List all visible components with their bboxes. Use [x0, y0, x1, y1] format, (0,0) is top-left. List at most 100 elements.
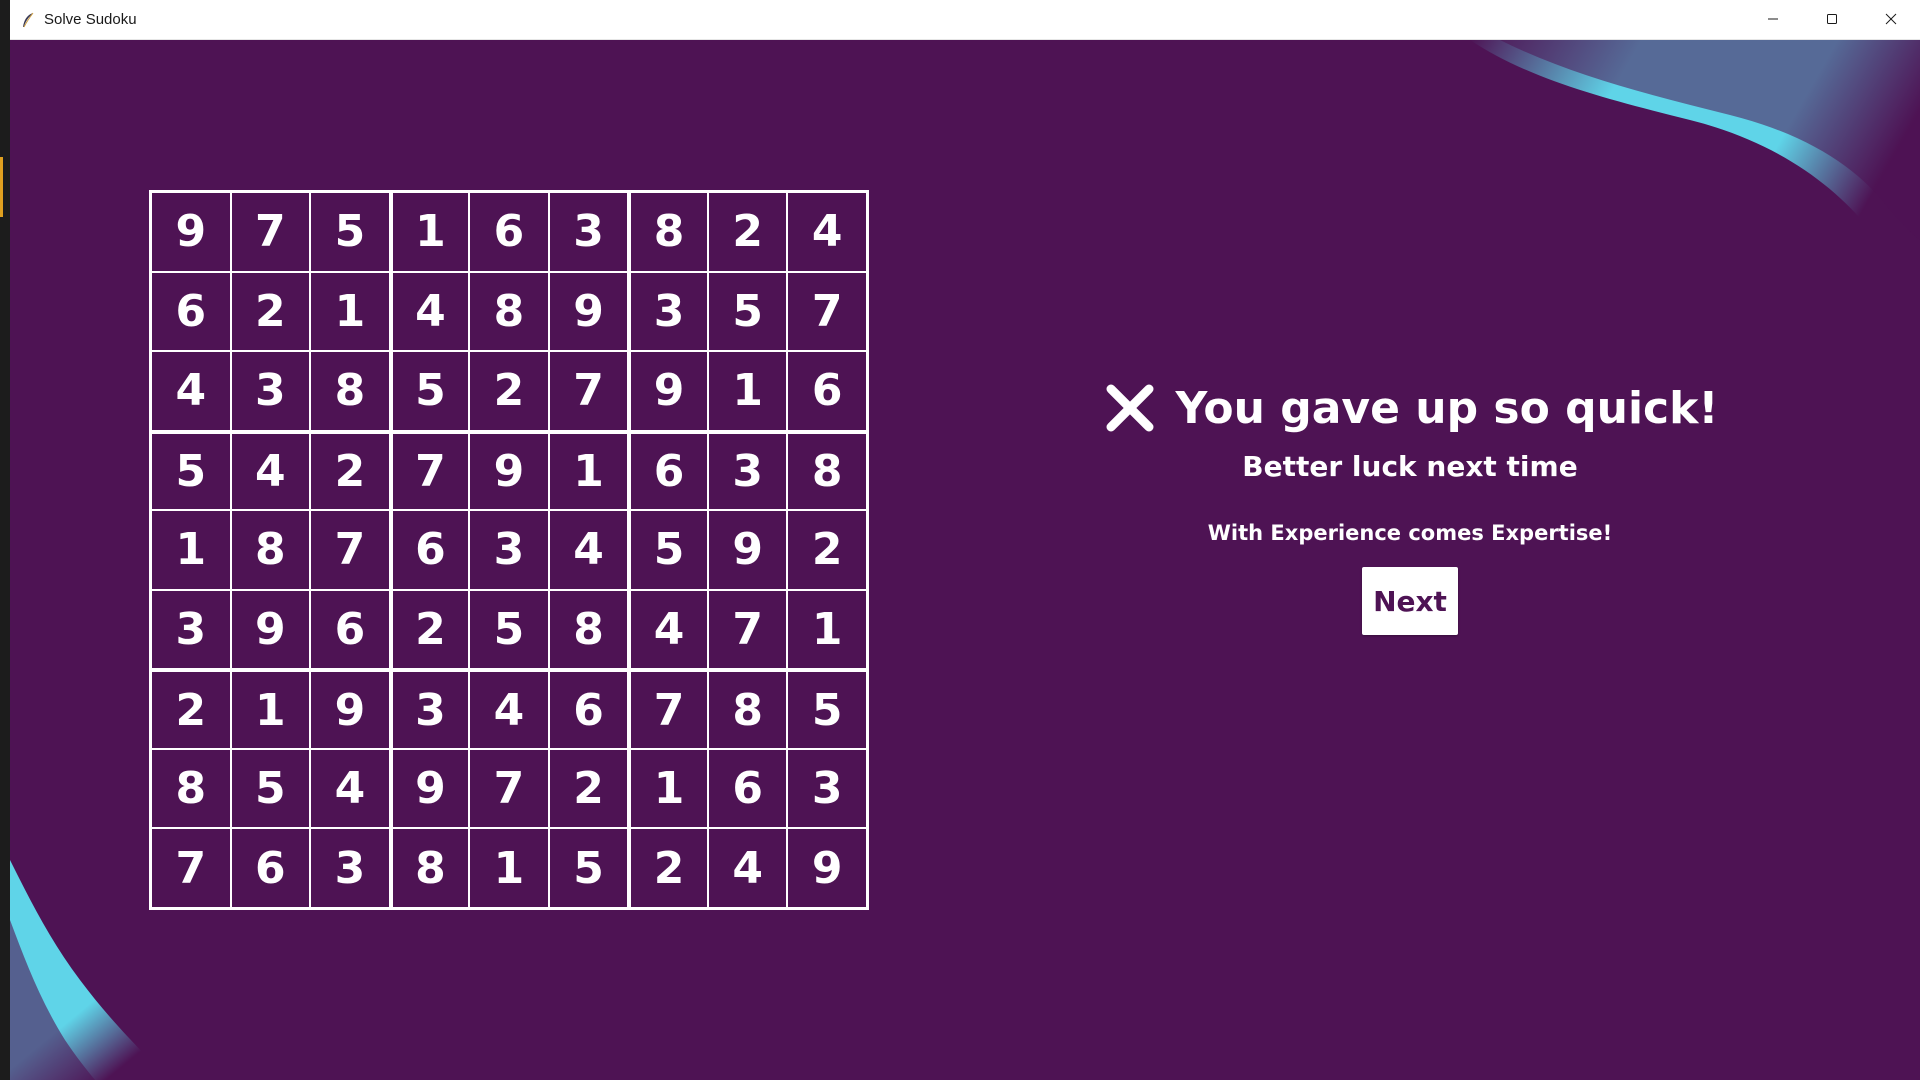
minimize-icon: [1767, 10, 1779, 29]
sudoku-cell[interactable]: 1: [389, 192, 470, 272]
taskbar-indicator: [0, 157, 3, 217]
maximize-icon: [1826, 10, 1838, 29]
sudoku-cell[interactable]: 4: [548, 510, 629, 590]
window-controls: [1743, 0, 1920, 39]
sudoku-cell[interactable]: 3: [628, 271, 708, 352]
sudoku-cell[interactable]: 7: [787, 271, 867, 352]
sudoku-cell[interactable]: 6: [548, 669, 629, 749]
sudoku-cell[interactable]: 5: [787, 669, 867, 749]
sudoku-cell[interactable]: 9: [707, 510, 788, 590]
close-button[interactable]: [1861, 0, 1920, 39]
sudoku-cell[interactable]: 2: [310, 430, 390, 511]
sudoku-cell[interactable]: 8: [151, 748, 231, 829]
sudoku-cell[interactable]: 6: [389, 510, 470, 590]
sudoku-cell[interactable]: 3: [310, 828, 390, 908]
sudoku-cell[interactable]: 5: [707, 271, 788, 352]
result-headline: You gave up so quick!: [1102, 380, 1719, 436]
sudoku-cell[interactable]: 7: [389, 430, 470, 511]
sudoku-cell[interactable]: 4: [389, 271, 470, 352]
next-button[interactable]: Next: [1362, 567, 1458, 635]
sudoku-cell[interactable]: 3: [707, 430, 788, 511]
sudoku-cell[interactable]: 1: [548, 430, 629, 511]
feather-icon: [20, 12, 36, 28]
sudoku-cell[interactable]: 3: [389, 669, 470, 749]
sudoku-cell[interactable]: 5: [469, 589, 549, 670]
sudoku-cell[interactable]: 3: [787, 748, 867, 829]
sudoku-cell[interactable]: 5: [389, 351, 470, 431]
sudoku-cell[interactable]: 7: [230, 192, 311, 272]
sudoku-cell[interactable]: 5: [151, 430, 231, 511]
sudoku-cell[interactable]: 9: [230, 589, 311, 670]
sudoku-cell[interactable]: 8: [787, 430, 867, 511]
sudoku-cell[interactable]: 3: [230, 351, 311, 431]
sudoku-cell[interactable]: 4: [151, 351, 231, 431]
maximize-button[interactable]: [1802, 0, 1861, 39]
sudoku-cell[interactable]: 1: [628, 748, 708, 829]
sudoku-cell[interactable]: 6: [787, 351, 867, 431]
sudoku-cell[interactable]: 9: [151, 192, 231, 272]
sudoku-cell[interactable]: 8: [389, 828, 470, 908]
sudoku-cell[interactable]: 1: [469, 828, 549, 908]
sudoku-cell[interactable]: 3: [151, 589, 231, 670]
sudoku-cell[interactable]: 2: [151, 669, 231, 749]
result-panel: You gave up so quick! Better luck next t…: [1010, 380, 1810, 635]
sudoku-cell[interactable]: 2: [469, 351, 549, 431]
sudoku-cell[interactable]: 7: [628, 669, 708, 749]
sudoku-grid: 9751638246214893574385279165427916381876…: [149, 190, 869, 910]
sudoku-cell[interactable]: 2: [230, 271, 311, 352]
sudoku-cell[interactable]: 5: [310, 192, 390, 272]
sudoku-cell[interactable]: 2: [548, 748, 629, 829]
sudoku-cell[interactable]: 3: [469, 510, 549, 590]
sudoku-cell[interactable]: 7: [310, 510, 390, 590]
sudoku-cell[interactable]: 1: [151, 510, 231, 590]
desktop-edge: [0, 0, 10, 1080]
sudoku-cell[interactable]: 6: [310, 589, 390, 670]
sudoku-cell[interactable]: 6: [469, 192, 549, 272]
sudoku-cell[interactable]: 6: [628, 430, 708, 511]
sudoku-cell[interactable]: 5: [230, 748, 311, 829]
sudoku-cell[interactable]: 1: [230, 669, 311, 749]
sudoku-cell[interactable]: 1: [310, 271, 390, 352]
sudoku-cell[interactable]: 9: [787, 828, 867, 908]
sudoku-cell[interactable]: 8: [310, 351, 390, 431]
sudoku-cell[interactable]: 9: [469, 430, 549, 511]
sudoku-cell[interactable]: 6: [707, 748, 788, 829]
sudoku-cell[interactable]: 8: [230, 510, 311, 590]
sudoku-cell[interactable]: 1: [707, 351, 788, 431]
sudoku-cell[interactable]: 9: [628, 351, 708, 431]
sudoku-cell[interactable]: 5: [548, 828, 629, 908]
minimize-button[interactable]: [1743, 0, 1802, 39]
sudoku-cell[interactable]: 4: [707, 828, 788, 908]
sudoku-cell[interactable]: 7: [707, 589, 788, 670]
sudoku-cell[interactable]: 8: [469, 271, 549, 352]
sudoku-cell[interactable]: 8: [707, 669, 788, 749]
sudoku-cell[interactable]: 1: [787, 589, 867, 670]
sudoku-cell[interactable]: 6: [230, 828, 311, 908]
window-title: Solve Sudoku: [44, 11, 137, 28]
sudoku-cell[interactable]: 4: [787, 192, 867, 272]
sudoku-cell[interactable]: 9: [548, 271, 629, 352]
sudoku-cell[interactable]: 7: [548, 351, 629, 431]
sudoku-cell[interactable]: 4: [469, 669, 549, 749]
sudoku-cell[interactable]: 4: [230, 430, 311, 511]
headline-text: You gave up so quick!: [1175, 382, 1719, 434]
sudoku-cell[interactable]: 9: [310, 669, 390, 749]
sudoku-cell[interactable]: 3: [548, 192, 629, 272]
main-content: 9751638246214893574385279165427916381876…: [10, 40, 1920, 1080]
sudoku-cell[interactable]: 5: [628, 510, 708, 590]
x-icon: [1102, 380, 1158, 436]
sudoku-cell[interactable]: 7: [469, 748, 549, 829]
sudoku-cell[interactable]: 4: [310, 748, 390, 829]
sudoku-cell[interactable]: 2: [787, 510, 867, 590]
sudoku-cell[interactable]: 6: [151, 271, 231, 352]
sudoku-cell[interactable]: 4: [628, 589, 708, 670]
sudoku-cell[interactable]: 7: [151, 828, 231, 908]
sudoku-cell[interactable]: 2: [389, 589, 470, 670]
sudoku-cell[interactable]: 8: [548, 589, 629, 670]
title-bar[interactable]: Solve Sudoku: [10, 0, 1920, 40]
sudoku-cell[interactable]: 9: [389, 748, 470, 829]
sudoku-cell[interactable]: 8: [628, 192, 708, 272]
sudoku-cell[interactable]: 2: [628, 828, 708, 908]
subhead-text: Better luck next time: [1242, 450, 1578, 483]
sudoku-cell[interactable]: 2: [707, 192, 788, 272]
